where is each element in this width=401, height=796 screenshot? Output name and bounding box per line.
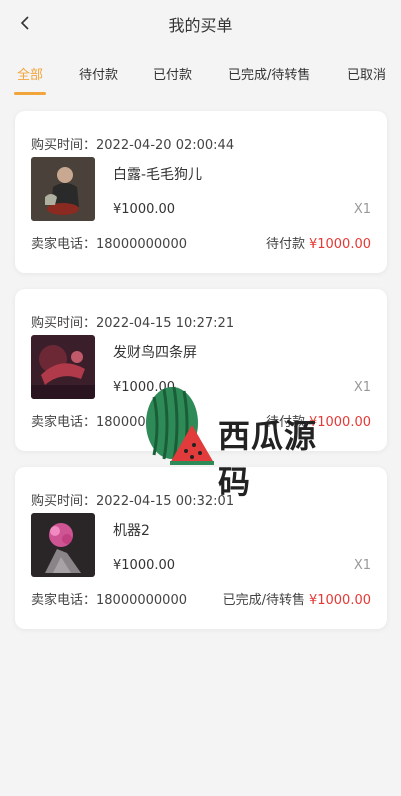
product-name: 发财鸟四条屏 (113, 345, 197, 361)
status-label: 待付款 (265, 237, 305, 252)
product-image (31, 513, 95, 577)
product-name: 机器2 (113, 523, 150, 539)
status-label: 待付款 (265, 415, 305, 430)
tab-all[interactable]: 全部 (17, 64, 43, 83)
purchase-time: 购买时间：2022-04-15 10:27:21 (31, 316, 235, 331)
product-image (31, 335, 95, 399)
order-amount: ¥1000.00 (308, 415, 371, 430)
product-price: ¥1000.00 (113, 202, 176, 217)
chevron-left-icon (20, 16, 29, 30)
tab-paid[interactable]: 已付款 (153, 64, 192, 83)
tab-pending-payment[interactable]: 待付款 (79, 64, 118, 83)
back-button[interactable] (14, 12, 36, 34)
order-card[interactable]: 购买时间：2022-04-15 10:27:21 发财鸟四条屏 ¥1000.00… (15, 289, 387, 451)
order-status: 待付款 ¥1000.00 (266, 233, 371, 252)
order-tabs: 全部 待付款 已付款 已完成/待转售 已取消 (0, 48, 401, 98)
order-amount: ¥1000.00 (308, 237, 371, 252)
tab-cancelled[interactable]: 已取消 (347, 64, 386, 83)
order-card[interactable]: 购买时间：2022-04-15 00:32:01 机器2 ¥1000.00 X1… (15, 467, 387, 629)
seller-phone: 卖家电话：18000000000 (31, 237, 187, 252)
header-bar: 我的买单 (0, 0, 401, 48)
order-status: 待付款 ¥1000.00 (266, 411, 371, 430)
purchase-time: 购买时间：2022-04-15 00:32:01 (31, 494, 235, 509)
seller-phone: 卖家电话：18000000000 (31, 415, 187, 430)
order-amount: ¥1000.00 (308, 593, 371, 608)
product-quantity: X1 (353, 380, 371, 395)
active-tab-indicator (14, 92, 46, 95)
product-image (31, 157, 95, 221)
seller-phone: 卖家电话：18000000000 (31, 593, 187, 608)
order-card[interactable]: 购买时间：2022-04-20 02:00:44 白露-毛毛狗儿 ¥1000.0… (15, 111, 387, 273)
page-title: 我的买单 (168, 16, 233, 35)
product-price: ¥1000.00 (113, 380, 176, 395)
tab-completed-resale[interactable]: 已完成/待转售 (228, 64, 310, 83)
product-price: ¥1000.00 (113, 558, 176, 573)
product-name: 白露-毛毛狗儿 (113, 167, 203, 183)
product-quantity: X1 (353, 202, 371, 217)
purchase-time: 购买时间：2022-04-20 02:00:44 (31, 138, 235, 153)
status-label: 已完成/待转售 (222, 593, 305, 608)
order-status: 已完成/待转售 ¥1000.00 (223, 589, 371, 608)
product-quantity: X1 (353, 558, 371, 573)
